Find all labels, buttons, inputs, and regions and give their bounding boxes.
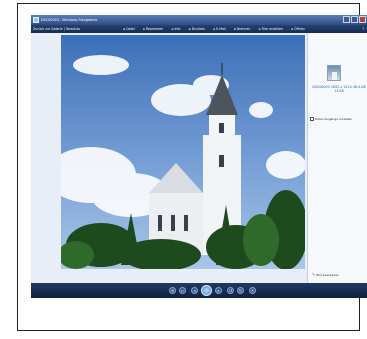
delete-button[interactable]: ✕ <box>249 287 256 294</box>
title-bar: DSC00053 - Windows Fotogalerie <box>31 15 367 25</box>
menu-fix[interactable]: Reparieren <box>143 25 163 33</box>
menu-info[interactable]: Info <box>171 25 180 33</box>
help-icon[interactable]: ? <box>362 25 364 33</box>
menu-open[interactable]: Öffnen <box>291 25 305 33</box>
church-photo <box>61 35 305 269</box>
rotate-right-button[interactable]: ↻ <box>237 287 244 294</box>
maximize-button[interactable] <box>351 16 358 23</box>
create-checkbox[interactable] <box>310 117 314 121</box>
menu-make-movie[interactable]: Film erstellen <box>258 25 283 33</box>
app-icon <box>33 17 39 23</box>
toolbar-menus: Datei Reparieren Info Drucken E-Mail Bre… <box>123 25 305 33</box>
back-to-gallery-button[interactable]: Zurück zur Galerie | Vorschau <box>33 25 80 33</box>
minimize-button[interactable] <box>343 16 350 23</box>
slideshow-play-button[interactable] <box>201 285 212 296</box>
window-controls <box>343 16 366 23</box>
previous-button[interactable]: ◂ <box>191 287 198 294</box>
zoom-button[interactable]: ⊕ <box>169 287 176 294</box>
info-pane: DSC00053 1632 x 1224 46-4-08 13:46 Datei… <box>307 33 367 283</box>
playback-controls: ⊕ ▫ ◂ ▸ ↺ ↻ ✕ <box>31 283 367 298</box>
menu-print[interactable]: Drucken <box>189 25 205 33</box>
next-button[interactable]: ▸ <box>215 287 222 294</box>
edit-image-link[interactable]: Bild bearbeiten <box>316 273 339 277</box>
rotate-left-button[interactable]: ↺ <box>227 287 234 294</box>
window-title: DSC00053 - Windows Fotogalerie <box>41 18 98 22</box>
page: DSC00053 - Windows Fotogalerie Zurück zu… <box>0 0 367 339</box>
edit-image-link-row[interactable]: ✎ Bild bearbeiten <box>312 272 339 277</box>
close-button[interactable] <box>359 16 366 23</box>
pencil-icon: ✎ <box>312 272 316 277</box>
image-viewer <box>31 33 307 283</box>
photo-gallery-window: DSC00053 - Windows Fotogalerie Zurück zu… <box>31 15 367 298</box>
fit-button[interactable]: ▫ <box>179 287 186 294</box>
create-checkbox-row[interactable]: Datei-Vorgänge erstellen <box>310 117 352 121</box>
menu-file[interactable]: Datei <box>123 25 135 33</box>
menu-email[interactable]: E-Mail <box>213 25 226 33</box>
toolbar: Zurück zur Galerie | Vorschau Datei Repa… <box>31 25 367 33</box>
file-info: DSC00053 1632 x 1224 46-4-08 13:46 <box>312 85 366 94</box>
menu-burn[interactable]: Brennen <box>234 25 250 33</box>
file-thumbnail <box>327 65 341 81</box>
create-checkbox-label: Datei-Vorgänge erstellen <box>315 117 353 121</box>
